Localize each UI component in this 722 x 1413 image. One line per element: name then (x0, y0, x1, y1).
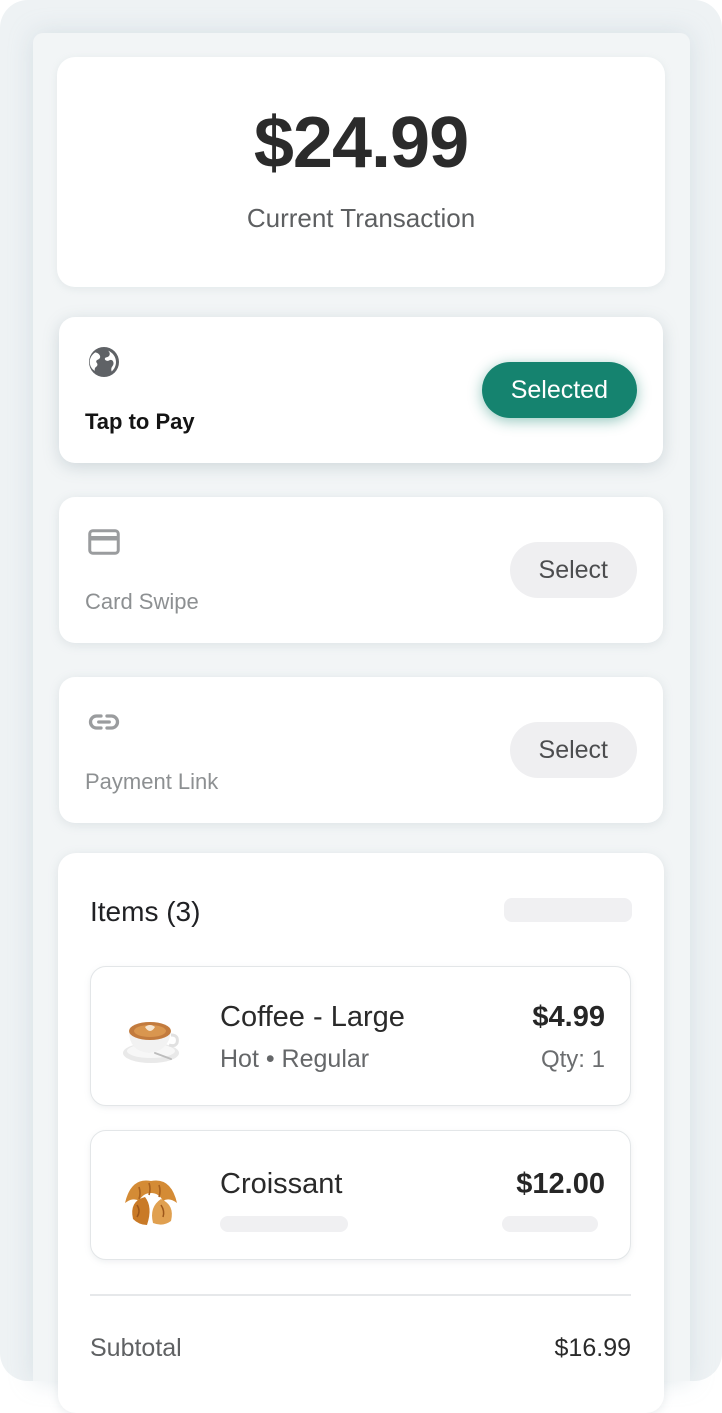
divider (90, 1294, 631, 1296)
payment-method-label: Card Swipe (85, 589, 199, 614)
credit-card-icon (88, 529, 120, 555)
croissant-icon (125, 1180, 177, 1225)
payment-method-card-swipe[interactable]: Card Swipe Select (59, 497, 663, 643)
coffee-cup-icon (123, 1022, 179, 1063)
item-quantity: Qty: 1 (540, 1046, 605, 1073)
transaction-summary-card: $24.99 Current Transaction (57, 57, 665, 287)
link-icon (88, 714, 120, 730)
payment-method-label: Tap to Pay (85, 409, 195, 434)
item-price: $12.00 (516, 1168, 605, 1200)
payment-method-payment-link[interactable]: Payment Link Select (59, 677, 663, 823)
loading-placeholder (220, 1216, 348, 1232)
selected-button[interactable]: Selected (481, 362, 637, 418)
select-button[interactable]: Select (509, 542, 637, 598)
payment-method-label: Payment Link (85, 769, 219, 794)
loading-placeholder (502, 1216, 598, 1232)
item-price: $4.99 (532, 1001, 605, 1033)
globe-icon (89, 347, 119, 377)
loading-placeholder (504, 898, 632, 922)
subtotal-value: $16.99 (554, 1334, 631, 1362)
payment-method-tap-to-pay[interactable]: Tap to Pay Selected (59, 317, 663, 463)
subtotal-label: Subtotal (90, 1334, 182, 1362)
items-title: Items (3) (90, 896, 201, 927)
select-button[interactable]: Select (509, 722, 637, 778)
list-item[interactable]: Coffee - Large Hot • Regular $4.99 Qty: … (90, 966, 631, 1106)
list-item[interactable]: Croissant $12.00 (90, 1130, 631, 1260)
device-frame: $24.99 Current Transaction Tap to Pay Se… (0, 0, 722, 1413)
item-name: Croissant (220, 1168, 343, 1200)
item-name: Coffee - Large (220, 1001, 405, 1033)
transaction-amount: $24.99 (253, 103, 469, 183)
items-card: Items (3) Coffee - Large Hot • Regular $… (58, 853, 664, 1413)
transaction-label: Current Transaction (246, 203, 476, 233)
item-details: Hot • Regular (220, 1045, 370, 1073)
